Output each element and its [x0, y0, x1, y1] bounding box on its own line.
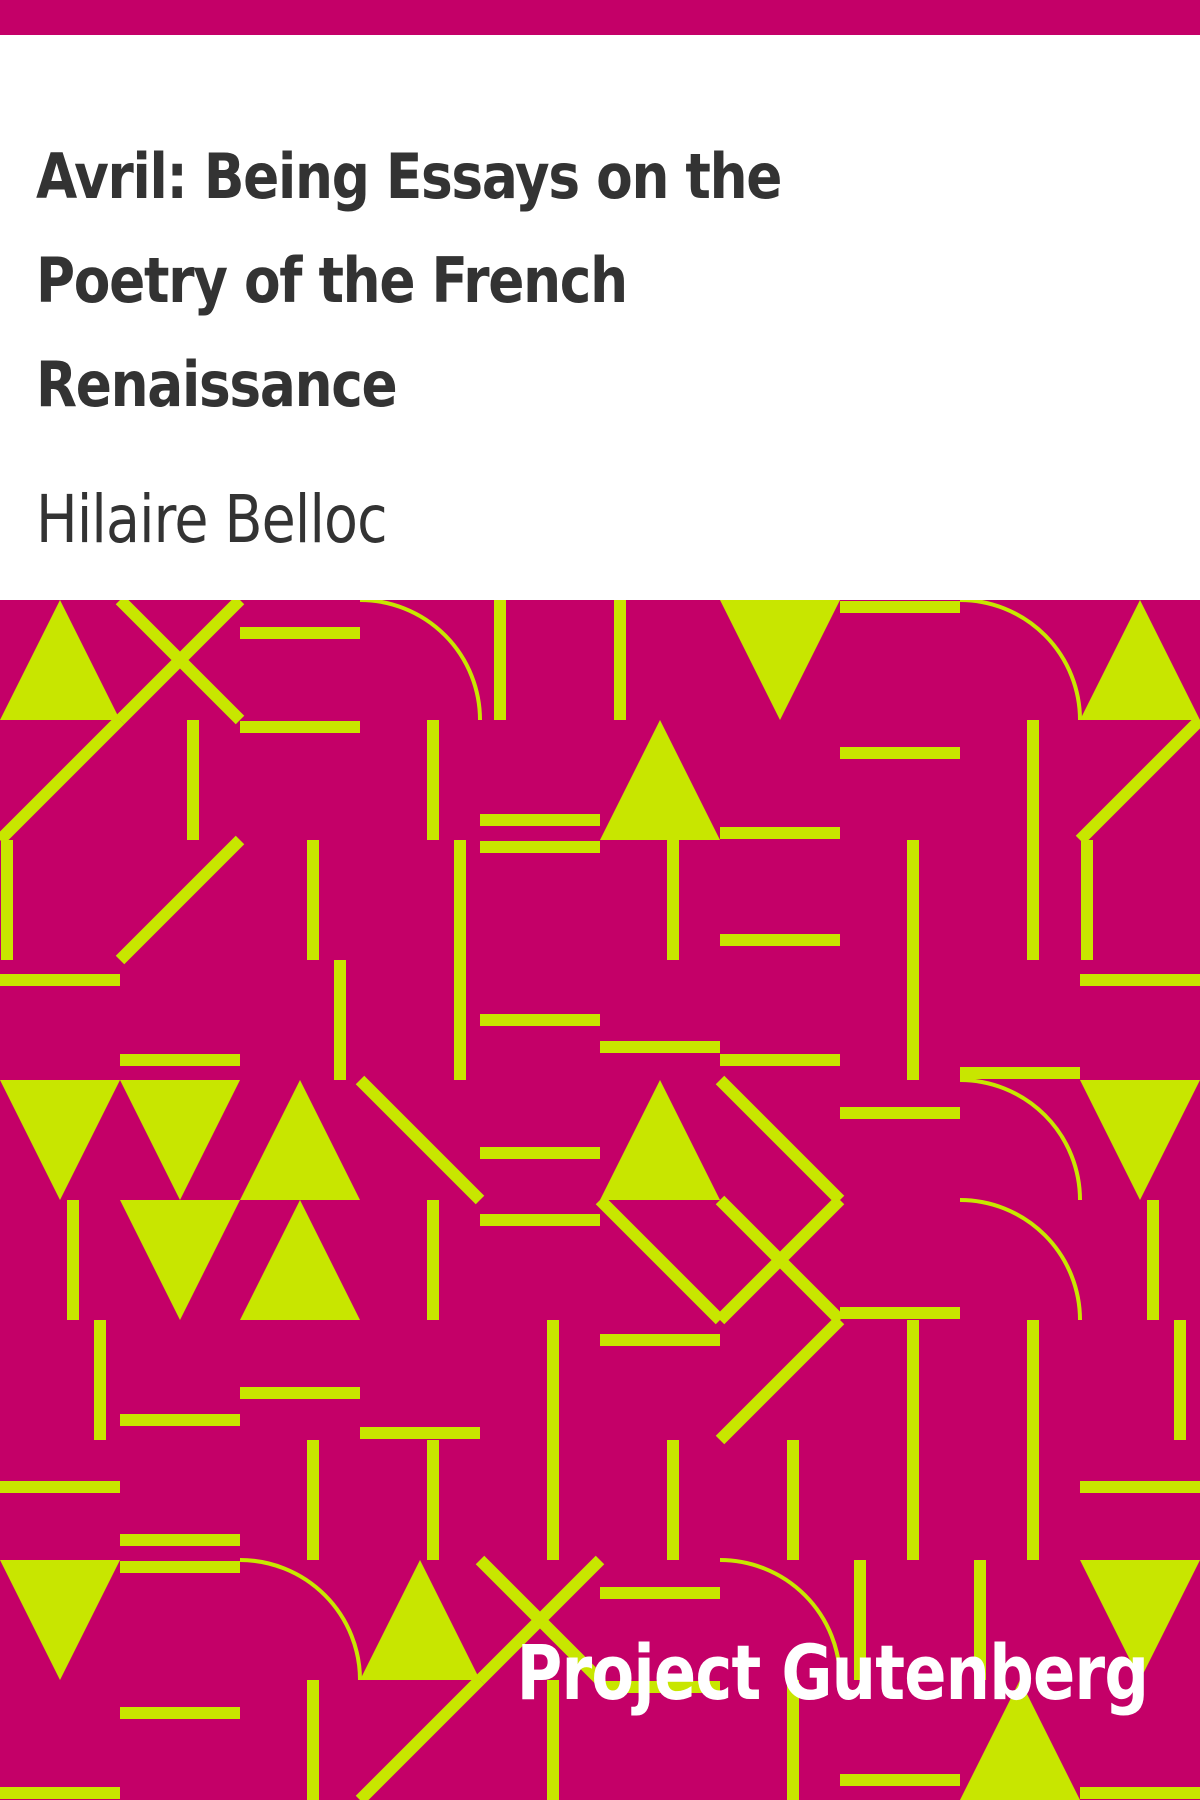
- bar-shape: [720, 827, 840, 839]
- triangle-shape: [120, 1200, 240, 1320]
- diagonal-line: [0, 715, 125, 845]
- bar-shape: [547, 1320, 559, 1440]
- bar-shape: [480, 841, 600, 853]
- bar-shape: [0, 1787, 120, 1799]
- bar-shape: [1, 840, 13, 960]
- book-author: Hilaire Belloc: [36, 481, 388, 558]
- bar-shape: [960, 1067, 1080, 1079]
- bar-shape: [240, 627, 360, 639]
- bar-shape: [120, 1561, 240, 1573]
- bar-shape: [307, 1680, 319, 1800]
- bar-shape: [600, 1587, 720, 1599]
- book-cover: Avril: Being Essays on the Poetry of the…: [0, 0, 1200, 1800]
- bar-shape: [120, 1414, 240, 1426]
- bar-shape: [720, 1054, 840, 1066]
- bar-shape: [907, 1320, 919, 1440]
- bar-shape: [1147, 1200, 1159, 1320]
- bar-shape: [480, 814, 600, 826]
- bar-shape: [334, 960, 346, 1080]
- bar-shape: [1174, 1320, 1186, 1440]
- bar-shape: [1080, 974, 1200, 986]
- bar-shape: [480, 1014, 600, 1026]
- arc-shape: [959, 600, 1082, 721]
- bar-shape: [840, 1774, 960, 1786]
- bar-shape: [547, 1440, 559, 1560]
- bar-shape: [840, 1107, 960, 1119]
- bar-shape: [600, 1041, 720, 1053]
- arc-shape: [959, 1198, 1082, 1321]
- bar-shape: [720, 934, 840, 946]
- bar-shape: [1027, 1320, 1039, 1440]
- bar-shape: [1080, 1787, 1200, 1799]
- diagonal-line: [715, 1315, 845, 1445]
- arc-shape: [239, 1558, 362, 1681]
- bar-shape: [667, 840, 679, 960]
- bar-shape: [480, 1147, 600, 1159]
- arc-shape: [359, 600, 482, 721]
- bar-shape: [120, 1707, 240, 1719]
- cover-header: Avril: Being Essays on the Poetry of the…: [0, 35, 1200, 600]
- triangle-shape: [0, 1080, 120, 1200]
- bar-shape: [907, 1440, 919, 1560]
- bar-shape: [94, 1320, 106, 1440]
- diagonal-line: [1075, 715, 1200, 845]
- triangle-shape: [1080, 1080, 1200, 1200]
- bar-shape: [480, 1214, 600, 1226]
- bar-shape: [614, 600, 626, 720]
- bar-shape: [240, 1387, 360, 1399]
- diagonal-line: [355, 1675, 485, 1800]
- bar-shape: [840, 1307, 960, 1319]
- bar-shape: [1027, 840, 1039, 960]
- bar-shape: [840, 747, 960, 759]
- bar-shape: [1027, 720, 1039, 840]
- bar-shape: [307, 840, 319, 960]
- bar-shape: [907, 960, 919, 1080]
- diagonal-line: [355, 1075, 485, 1205]
- bar-shape: [0, 974, 120, 986]
- triangle-shape: [0, 1560, 120, 1680]
- arc-shape: [959, 1078, 1082, 1201]
- bar-shape: [120, 1534, 240, 1546]
- bar-shape: [907, 840, 919, 960]
- geometric-pattern: [0, 600, 1200, 1800]
- triangle-shape: [0, 600, 120, 720]
- bar-shape: [787, 1440, 799, 1560]
- bar-shape: [1027, 1440, 1039, 1560]
- bar-shape: [667, 1440, 679, 1560]
- diagonal-line: [595, 1195, 725, 1325]
- triangle-shape: [240, 1080, 360, 1200]
- bar-shape: [187, 720, 199, 840]
- bar-shape: [360, 1427, 480, 1439]
- bar-shape: [840, 601, 960, 613]
- bar-shape: [240, 721, 360, 733]
- publisher-logo: Project Gutenberg: [516, 1628, 1148, 1717]
- bar-shape: [1080, 1481, 1200, 1493]
- diagonal-line: [715, 1075, 845, 1205]
- triangle-shape: [120, 1080, 240, 1200]
- bar-shape: [427, 720, 439, 840]
- triangle-shape: [1080, 600, 1200, 720]
- bar-shape: [454, 960, 466, 1080]
- bar-shape: [600, 1334, 720, 1346]
- bar-shape: [1081, 840, 1093, 960]
- triangle-shape: [360, 1560, 480, 1680]
- bar-shape: [454, 840, 466, 960]
- bar-shape: [0, 1481, 120, 1493]
- top-color-bar: [0, 0, 1200, 35]
- bar-shape: [427, 1200, 439, 1320]
- geometric-pattern-graphic: [0, 600, 1200, 1800]
- bar-shape: [120, 1054, 240, 1066]
- bar-shape: [307, 1440, 319, 1560]
- bar-shape: [67, 1200, 79, 1320]
- triangle-shape: [600, 720, 720, 840]
- triangle-shape: [240, 1200, 360, 1320]
- book-title: Avril: Being Essays on the Poetry of the…: [36, 140, 782, 421]
- diagonal-line: [115, 835, 245, 965]
- bar-shape: [494, 600, 506, 720]
- triangle-shape: [720, 600, 840, 720]
- triangle-shape: [600, 1080, 720, 1200]
- bar-shape: [427, 1440, 439, 1560]
